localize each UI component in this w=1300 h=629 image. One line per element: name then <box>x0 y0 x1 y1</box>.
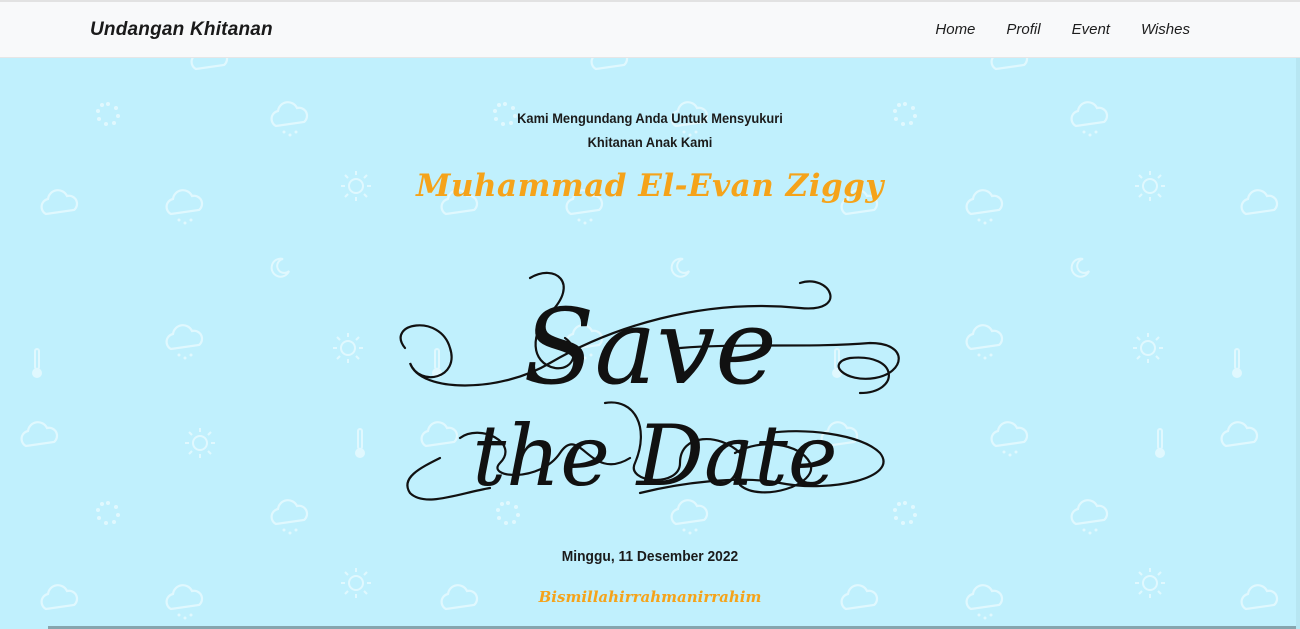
hero-section: Kami Mengundang Anda Untuk Mensyukuri Kh… <box>0 58 1300 629</box>
nav-link-profil[interactable]: Profil <box>1006 21 1040 38</box>
save-the-date-calligraphy: Save the Date <box>399 271 900 505</box>
intro-line-2: Khitanan Anak Kami <box>587 134 713 150</box>
intro-line-1: Kami Mengundang Anda Untuk Mensyukuri <box>517 110 783 126</box>
save-text: Save <box>523 286 777 408</box>
nav-link-home[interactable]: Home <box>935 21 975 38</box>
event-date: Minggu, 11 Desember 2022 <box>561 548 739 565</box>
nav-links: Home Profil Event Wishes <box>904 21 1190 38</box>
nav-link-event[interactable]: Event <box>1072 21 1110 38</box>
the-date-text: the Date <box>472 407 837 505</box>
child-name: Muhammad El-Evan Ziggy <box>416 168 884 204</box>
brand-logo[interactable]: Undangan Khitanan <box>90 19 273 41</box>
page-scrollbar[interactable] <box>1296 58 1300 629</box>
navbar: Undangan Khitanan Home Profil Event Wish… <box>0 2 1300 58</box>
greeting-bismillah: Bismillahirrahmanirrahim <box>538 588 762 606</box>
nav-link-wishes[interactable]: Wishes <box>1141 21 1190 38</box>
